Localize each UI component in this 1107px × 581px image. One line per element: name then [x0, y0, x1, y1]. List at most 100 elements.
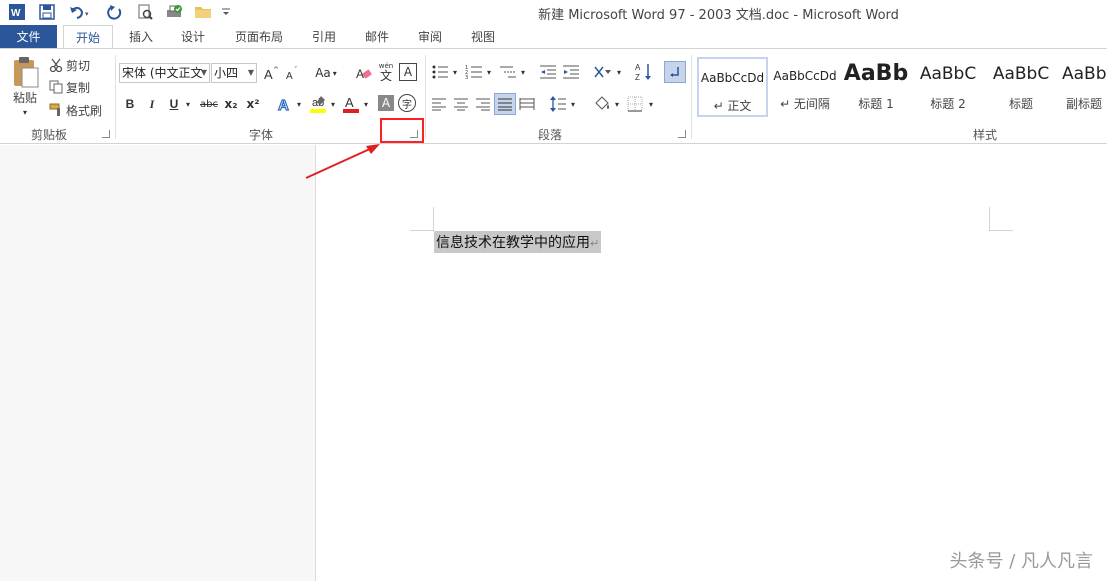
svg-text:Z: Z: [635, 73, 640, 82]
style-title[interactable]: AaBbC 标题: [986, 57, 1056, 117]
tab-insert[interactable]: 插入: [118, 25, 164, 49]
crop-mark-top-right: [989, 207, 1013, 231]
bullets-icon[interactable]: [430, 63, 450, 81]
style-sample: AaBbCcDd: [700, 71, 765, 85]
style-no-spacing[interactable]: AaBbCcDd ↵ 无间隔: [770, 57, 840, 117]
paste-dropdown-icon[interactable]: ▾: [20, 107, 30, 117]
window-title: 新建 Microsoft Word 97 - 2003 文档.doc - Mic…: [538, 8, 899, 23]
font-name-select[interactable]: 宋体 (中文正文 ▼: [119, 63, 210, 83]
change-case-button[interactable]: Aa ▾: [311, 63, 341, 83]
chevron-down-icon[interactable]: ▾: [294, 95, 304, 113]
style-name: ↵ 正文: [713, 99, 752, 113]
distributed-icon[interactable]: [518, 95, 536, 113]
italic-button[interactable]: I: [144, 95, 160, 113]
line-spacing-icon[interactable]: [548, 95, 568, 113]
copy-button[interactable]: 复制: [66, 79, 96, 95]
tab-view[interactable]: 视图: [460, 25, 506, 49]
change-case-label: Aa: [315, 66, 331, 80]
tab-references[interactable]: 引用: [301, 25, 347, 49]
chevron-down-icon[interactable]: ▾: [484, 63, 494, 81]
shrink-font-icon[interactable]: Aˇ: [283, 63, 301, 83]
group-separator: [425, 55, 426, 139]
style-name: 副标题: [1066, 97, 1103, 111]
enclose-characters-button[interactable]: 字: [398, 94, 416, 112]
character-shading-button[interactable]: A: [378, 95, 394, 111]
svg-text:A: A: [345, 95, 354, 110]
phonetic-char: 文: [379, 68, 392, 83]
multilevel-list-icon[interactable]: [498, 63, 518, 81]
grow-font-icon[interactable]: A ^: [262, 63, 280, 83]
tab-file[interactable]: 文件: [0, 25, 57, 49]
chevron-down-icon[interactable]: ▾: [518, 63, 528, 81]
chevron-down-icon[interactable]: ▾: [614, 63, 624, 81]
chevron-down-icon: ▼: [247, 68, 254, 77]
paragraph-dialog-launcher[interactable]: [678, 130, 686, 138]
style-subtitle[interactable]: AaBb 副标题: [1058, 57, 1107, 117]
numbering-icon[interactable]: 123: [464, 63, 484, 81]
justify-icon[interactable]: [494, 93, 516, 115]
style-sample: AaBb: [843, 61, 909, 86]
chevron-down-icon: ▾: [332, 68, 337, 78]
style-sample: AaBbC: [919, 64, 977, 84]
watermark: 头条号 / 凡人凡言: [949, 551, 1093, 572]
shading-icon[interactable]: [592, 95, 612, 113]
align-left-icon[interactable]: [430, 95, 448, 113]
tab-page-layout[interactable]: 页面布局: [224, 25, 294, 49]
decrease-indent-icon[interactable]: [538, 63, 558, 81]
font-name-value: 宋体 (中文正文: [122, 66, 203, 80]
align-center-icon[interactable]: [452, 95, 470, 113]
align-right-icon[interactable]: [474, 95, 492, 113]
text-effects-icon[interactable]: A: [276, 94, 294, 114]
annotation-highlight-box: [380, 118, 424, 143]
style-name: 标题: [1008, 97, 1033, 111]
paragraph-group-label: 段落: [538, 128, 563, 142]
style-sample: AaBbC: [992, 64, 1050, 84]
chevron-down-icon[interactable]: ▾: [646, 95, 656, 113]
svg-text:A: A: [278, 97, 289, 113]
paste-icon[interactable]: [8, 55, 42, 89]
paragraph-mark: ↵: [590, 237, 600, 250]
tab-design[interactable]: 设计: [170, 25, 216, 49]
selected-text[interactable]: 信息技术在教学中的应用↵: [434, 231, 602, 253]
style-heading-2[interactable]: AaBbC 标题 2: [912, 57, 984, 117]
chevron-down-icon[interactable]: ▾: [612, 95, 622, 113]
tab-mailings[interactable]: 邮件: [354, 25, 400, 49]
chevron-down-icon[interactable]: ▾: [328, 95, 338, 113]
svg-text:^: ^: [273, 66, 279, 74]
clear-formatting-icon[interactable]: A: [355, 63, 373, 83]
sort-icon[interactable]: AZ: [634, 61, 654, 83]
subscript-button[interactable]: x₂: [222, 95, 240, 113]
increase-indent-icon[interactable]: [561, 63, 581, 81]
chevron-down-icon[interactable]: ▾: [568, 95, 578, 113]
tab-review[interactable]: 审阅: [407, 25, 453, 49]
style-heading-1[interactable]: AaBb 标题 1: [842, 57, 910, 117]
borders-icon[interactable]: [626, 95, 644, 113]
phonetic-guide-button[interactable]: wén 文: [376, 60, 396, 84]
styles-group-label: 样式: [973, 128, 998, 142]
paste-button[interactable]: 粘贴: [8, 89, 42, 105]
clipboard-dialog-launcher[interactable]: [102, 130, 110, 138]
tab-home[interactable]: 开始: [63, 25, 113, 50]
ribbon-tabs: 文件 开始 插入 设计 页面布局 引用 邮件 审阅 视图: [0, 25, 1107, 50]
chevron-down-icon[interactable]: ▾: [361, 95, 371, 113]
chevron-down-icon[interactable]: ▾: [450, 63, 460, 81]
format-painter-button[interactable]: 格式刷: [66, 102, 108, 118]
style-normal[interactable]: AaBbCcDd ↵ 正文: [697, 57, 768, 117]
document-page[interactable]: 信息技术在教学中的应用↵: [316, 145, 1107, 581]
chinese-layout-icon[interactable]: [592, 63, 614, 81]
bold-button[interactable]: B: [122, 95, 138, 113]
font-size-select[interactable]: 小四 ▼: [211, 63, 257, 83]
chevron-down-icon[interactable]: ▾: [183, 95, 193, 113]
font-color-icon[interactable]: A: [342, 93, 360, 115]
superscript-button[interactable]: x²: [244, 95, 262, 113]
format-painter-icon: [48, 102, 64, 118]
font-size-value: 小四: [214, 66, 239, 80]
style-sample: AaBb: [1062, 64, 1107, 84]
cut-button[interactable]: 剪切: [66, 57, 96, 73]
strikethrough-button[interactable]: abc: [199, 95, 219, 113]
document-text: 信息技术在教学中的应用: [436, 235, 590, 251]
character-border-button[interactable]: A: [399, 63, 417, 81]
underline-button[interactable]: U: [166, 95, 182, 113]
highlight-icon[interactable]: ab: [308, 93, 328, 115]
show-hide-marks-icon[interactable]: [664, 61, 686, 83]
